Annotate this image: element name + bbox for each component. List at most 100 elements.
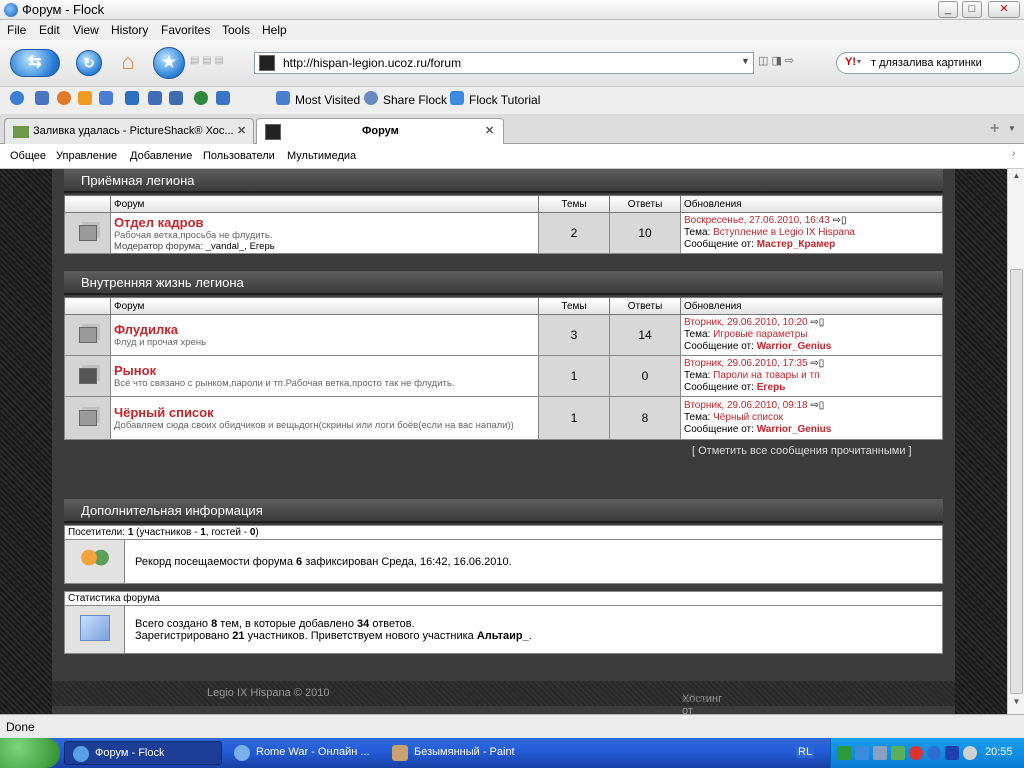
taskbar-item-flock[interactable]: Форум - Flock xyxy=(64,741,222,765)
menu-file[interactable]: File xyxy=(7,23,26,37)
clipboard-icon[interactable] xyxy=(169,91,183,105)
tab-pictureshack[interactable]: Заливка удалась - PictureShack® Хос... ✕ xyxy=(4,118,254,144)
close-button[interactable]: ✕ xyxy=(988,1,1020,18)
search-engine-dropdown-icon[interactable]: ▾ xyxy=(857,57,861,66)
menu-edit[interactable]: Edit xyxy=(39,23,60,37)
go-to-last-post-icon[interactable]: ⇨▯ xyxy=(810,358,824,369)
ucoz-menu-general[interactable]: Общее xyxy=(10,150,46,162)
author-link[interactable]: Warrior_Genius xyxy=(757,424,832,435)
ucoz-menu-users[interactable]: Пользователи xyxy=(203,150,275,162)
forum-description: Флуд и прочая хрень xyxy=(114,337,207,348)
tray-clock-icon[interactable] xyxy=(963,746,977,760)
key-icon[interactable] xyxy=(148,91,162,105)
scrollbar-thumb[interactable] xyxy=(1010,269,1023,694)
close-tab-icon[interactable]: ✕ xyxy=(237,124,246,137)
tray-volume-icon[interactable] xyxy=(873,746,887,760)
tools-icon[interactable] xyxy=(125,91,139,105)
author-label: Сообщение от: xyxy=(684,424,754,435)
go-to-last-post-icon[interactable]: ⇨▯ xyxy=(810,400,824,411)
bookmark-most-visited[interactable]: Most Visited xyxy=(295,93,360,107)
ucoz-bar-arrow-icon[interactable]: › xyxy=(1012,148,1015,159)
star-favorites-icon[interactable]: ★ xyxy=(153,47,185,79)
mark-all-read-link[interactable]: [ Отметить все сообщения прочитанными ] xyxy=(692,445,912,457)
menu-tools[interactable]: Tools xyxy=(222,23,250,37)
topic-link[interactable]: Вступление в Legio IX Hispana xyxy=(713,227,855,238)
section-header: Приёмная легиона xyxy=(64,169,943,193)
url-bar[interactable]: http://hispan-legion.ucoz.ru/forum ▼ xyxy=(254,52,754,74)
media-icon[interactable] xyxy=(57,91,71,105)
topic-link[interactable]: Чёрный список xyxy=(713,412,783,423)
tray-antivirus-icon[interactable] xyxy=(909,746,923,760)
scroll-down-icon[interactable]: ▼ xyxy=(1010,697,1023,711)
ucoz-link[interactable]: uCoz xyxy=(682,693,708,705)
bookmark-flock-tutorial[interactable]: Flock Tutorial xyxy=(469,93,540,107)
search-box[interactable]: Y! ▾ т длязалива картинки xyxy=(836,52,1020,74)
forum-link[interactable]: Чёрный список xyxy=(114,405,535,420)
ucoz-menu-multimedia[interactable]: Мультимедиа xyxy=(287,150,356,162)
new-tab-icon[interactable]: + xyxy=(990,120,999,138)
ucoz-menu-management[interactable]: Управление xyxy=(56,150,117,162)
tab-list-icon[interactable]: ▼ xyxy=(1008,124,1016,133)
url-action-icons[interactable]: ◫ ◨ ⇨ xyxy=(758,54,828,72)
search-input[interactable]: т длязалива картинки xyxy=(871,57,982,69)
start-button[interactable] xyxy=(0,738,60,768)
info-table-visitors: Посетители: 1 (участников - 1, гостей - … xyxy=(64,525,943,584)
menu-history[interactable]: History xyxy=(111,23,148,37)
tray-update-icon[interactable] xyxy=(927,746,941,760)
menu-bar: File Edit View History Favorites Tools H… xyxy=(0,20,1024,40)
upload-icon[interactable] xyxy=(216,91,230,105)
tray-security-icon[interactable] xyxy=(891,746,905,760)
folder-icon xyxy=(78,410,97,426)
tray-network-icon[interactable] xyxy=(855,746,869,760)
url-dropdown-icon[interactable]: ▼ xyxy=(741,56,750,66)
author-link[interactable]: Warrior_Genius xyxy=(757,341,832,352)
visitors-count: 1 xyxy=(127,527,134,538)
last-update: Вторник, 29.06.2010, 09:18 ⇨▯ Тема: Чёрн… xyxy=(680,396,943,440)
flock-taskbar-icon xyxy=(73,746,89,762)
menu-view[interactable]: View xyxy=(73,23,99,37)
back-forward-button[interactable]: ⇆ xyxy=(10,49,60,77)
new-member-link[interactable]: Альтаир_ xyxy=(477,630,529,642)
menu-help[interactable]: Help xyxy=(262,23,287,37)
maximize-button[interactable]: □ xyxy=(962,1,982,18)
ucoz-menu-add[interactable]: Добавление xyxy=(130,150,192,162)
people-icon[interactable] xyxy=(35,91,49,105)
taskbar-item-paint[interactable]: Безымянный - Paint xyxy=(384,741,536,765)
go-to-last-post-icon[interactable]: ⇨▯ xyxy=(810,317,824,328)
tab-forum[interactable]: Форум ✕ xyxy=(256,118,504,144)
footer-copyright: Legio IX Hispana © 2010 xyxy=(207,687,330,699)
go-to-last-post-icon[interactable]: ⇨▯ xyxy=(833,215,847,226)
tray-media-icon[interactable] xyxy=(945,746,959,760)
menu-favorites[interactable]: Favorites xyxy=(161,23,210,37)
record-number: 6 xyxy=(296,555,303,568)
language-indicator[interactable]: RL xyxy=(796,746,815,758)
topic-link[interactable]: Пароли на товары и тп xyxy=(713,370,819,381)
minimize-button[interactable]: _ xyxy=(938,1,958,18)
moderator-links[interactable]: _vandal_, Егерь xyxy=(206,241,275,252)
close-tab-icon[interactable]: ✕ xyxy=(485,124,494,137)
vertical-scrollbar[interactable]: ▲ ▼ xyxy=(1007,169,1024,714)
mail-icon[interactable] xyxy=(99,91,113,105)
topic-link[interactable]: Игровые параметры xyxy=(713,329,807,340)
forum-table-reception: Форум Темы Ответы Обновления Отдел кадро… xyxy=(64,195,943,254)
taskbar-item-rome-war[interactable]: Rome War - Онлайн ... xyxy=(226,741,378,765)
tray-app-icon[interactable] xyxy=(837,746,851,760)
clock[interactable]: 20:55 xyxy=(985,746,1013,758)
share-icons[interactable]: ▤ ▤ ▤ xyxy=(190,55,250,71)
web-icon[interactable] xyxy=(10,91,24,105)
blog-icon[interactable] xyxy=(194,91,208,105)
author-link[interactable]: Мастер_Крамер xyxy=(757,239,836,250)
forum-link[interactable]: Рынок xyxy=(114,363,535,378)
rss-icon[interactable] xyxy=(78,91,92,105)
bookmark-share-flock[interactable]: Share Flock xyxy=(383,93,447,107)
author-link[interactable]: Егерь xyxy=(757,382,786,393)
flock-tutorial-icon xyxy=(450,91,464,105)
forum-link[interactable]: Флудилка xyxy=(114,322,535,337)
home-icon[interactable]: ⌂ xyxy=(114,49,142,77)
windows-taskbar: Форум - Flock Rome War - Онлайн ... Безы… xyxy=(0,738,1024,768)
scroll-up-icon[interactable]: ▲ xyxy=(1010,171,1023,185)
forum-info-cell: Рынок Всё что связано с рынком,пароли и … xyxy=(110,355,539,397)
topic-label: Тема: xyxy=(684,329,711,340)
reload-icon[interactable]: ↻ xyxy=(76,50,102,76)
forum-link[interactable]: Отдел кадров xyxy=(114,215,535,230)
